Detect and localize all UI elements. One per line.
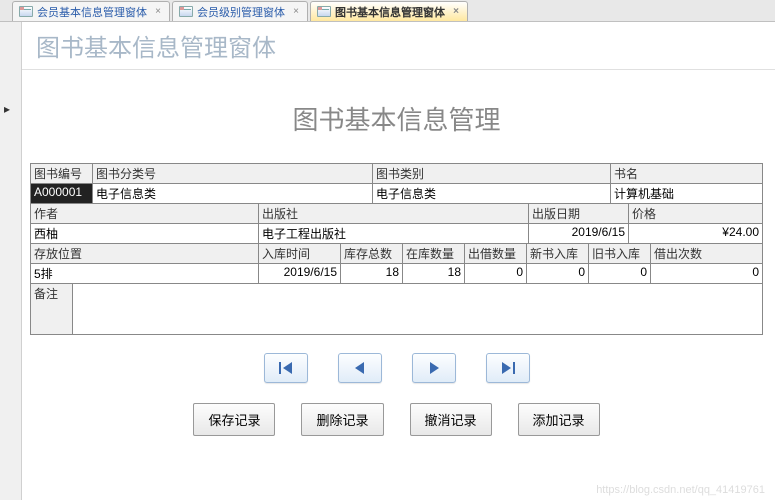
label-pub-date: 出版日期 <box>529 204 629 224</box>
label-stock-date: 入库时间 <box>259 244 341 264</box>
nav-button-row <box>30 353 763 383</box>
old-in-field[interactable]: 0 <box>589 264 651 284</box>
lent-field[interactable]: 0 <box>465 264 527 284</box>
tab-label: 会员基本信息管理窗体 <box>37 4 147 20</box>
tab-member-info[interactable]: 会员基本信息管理窗体 × <box>12 1 170 21</box>
label-lent: 出借数量 <box>465 244 527 264</box>
first-record-button[interactable] <box>264 353 308 383</box>
location-field[interactable]: 5排 <box>31 264 259 284</box>
new-in-field[interactable]: 0 <box>527 264 589 284</box>
add-button[interactable]: 添加记录 <box>518 403 600 436</box>
label-in-stock: 在库数量 <box>403 244 465 264</box>
tab-label: 会员级别管理窗体 <box>197 4 285 20</box>
category-no-field[interactable]: 电子信息类 <box>93 184 373 204</box>
prev-record-button[interactable] <box>338 353 382 383</box>
label-total: 库存总数 <box>341 244 403 264</box>
publisher-field[interactable]: 电子工程出版社 <box>259 224 529 244</box>
label-publisher: 出版社 <box>259 204 529 224</box>
label-new-in: 新书入库 <box>527 244 589 264</box>
form-icon <box>179 6 193 17</box>
label-category-no: 图书分类号 <box>93 164 373 184</box>
author-field[interactable]: 西柚 <box>31 224 259 244</box>
label-location: 存放位置 <box>31 244 259 264</box>
in-stock-field[interactable]: 18 <box>403 264 465 284</box>
label-price: 价格 <box>629 204 762 224</box>
tab-member-level[interactable]: 会员级别管理窗体 × <box>172 1 308 21</box>
stock-date-field[interactable]: 2019/6/15 <box>259 264 341 284</box>
book-no-field[interactable]: A000001 <box>31 184 93 204</box>
total-field[interactable]: 18 <box>341 264 403 284</box>
form-header: 图书基本信息管理窗体 <box>22 22 775 70</box>
title-field[interactable]: 计算机基础 <box>611 184 762 204</box>
last-record-button[interactable] <box>486 353 530 383</box>
record-selector-gutter: ▸ <box>0 22 22 500</box>
label-book-no: 图书编号 <box>31 164 93 184</box>
tab-label: 图书基本信息管理窗体 <box>335 4 445 20</box>
tab-book-info[interactable]: 图书基本信息管理窗体 × <box>310 1 468 21</box>
label-old-in: 旧书入库 <box>589 244 651 264</box>
watermark: https://blog.csdn.net/qq_41419761 <box>596 484 765 496</box>
category-field[interactable]: 电子信息类 <box>373 184 611 204</box>
form-content: 图书基本信息管理 图书编号 图书分类号 图书类别 书名 A000001 电子信息… <box>22 70 775 436</box>
save-button[interactable]: 保存记录 <box>193 403 275 436</box>
page-title: 图书基本信息管理 <box>30 100 763 137</box>
memo-field[interactable] <box>73 284 762 334</box>
form-icon <box>19 6 33 17</box>
action-button-row: 保存记录 删除记录 撤消记录 添加记录 <box>30 403 763 436</box>
next-record-button[interactable] <box>412 353 456 383</box>
lend-count-field[interactable]: 0 <box>651 264 762 284</box>
close-icon[interactable]: × <box>153 7 163 17</box>
form-header-title: 图书基本信息管理窗体 <box>36 28 276 63</box>
price-field[interactable]: ¥24.00 <box>629 224 762 244</box>
close-icon[interactable]: × <box>291 7 301 17</box>
pub-date-field[interactable]: 2019/6/15 <box>529 224 629 244</box>
label-title: 书名 <box>611 164 762 184</box>
close-icon[interactable]: × <box>451 7 461 17</box>
tab-bar: 会员基本信息管理窗体 × 会员级别管理窗体 × 图书基本信息管理窗体 × <box>0 0 775 22</box>
form-icon <box>317 6 331 17</box>
cancel-button[interactable]: 撤消记录 <box>410 403 492 436</box>
label-lend-count: 借出次数 <box>651 244 762 264</box>
label-category: 图书类别 <box>373 164 611 184</box>
delete-button[interactable]: 删除记录 <box>301 403 383 436</box>
label-memo: 备注 <box>31 284 73 334</box>
current-record-marker: ▸ <box>4 102 10 116</box>
label-author: 作者 <box>31 204 259 224</box>
data-grid: 图书编号 图书分类号 图书类别 书名 A000001 电子信息类 电子信息类 计… <box>30 163 763 335</box>
